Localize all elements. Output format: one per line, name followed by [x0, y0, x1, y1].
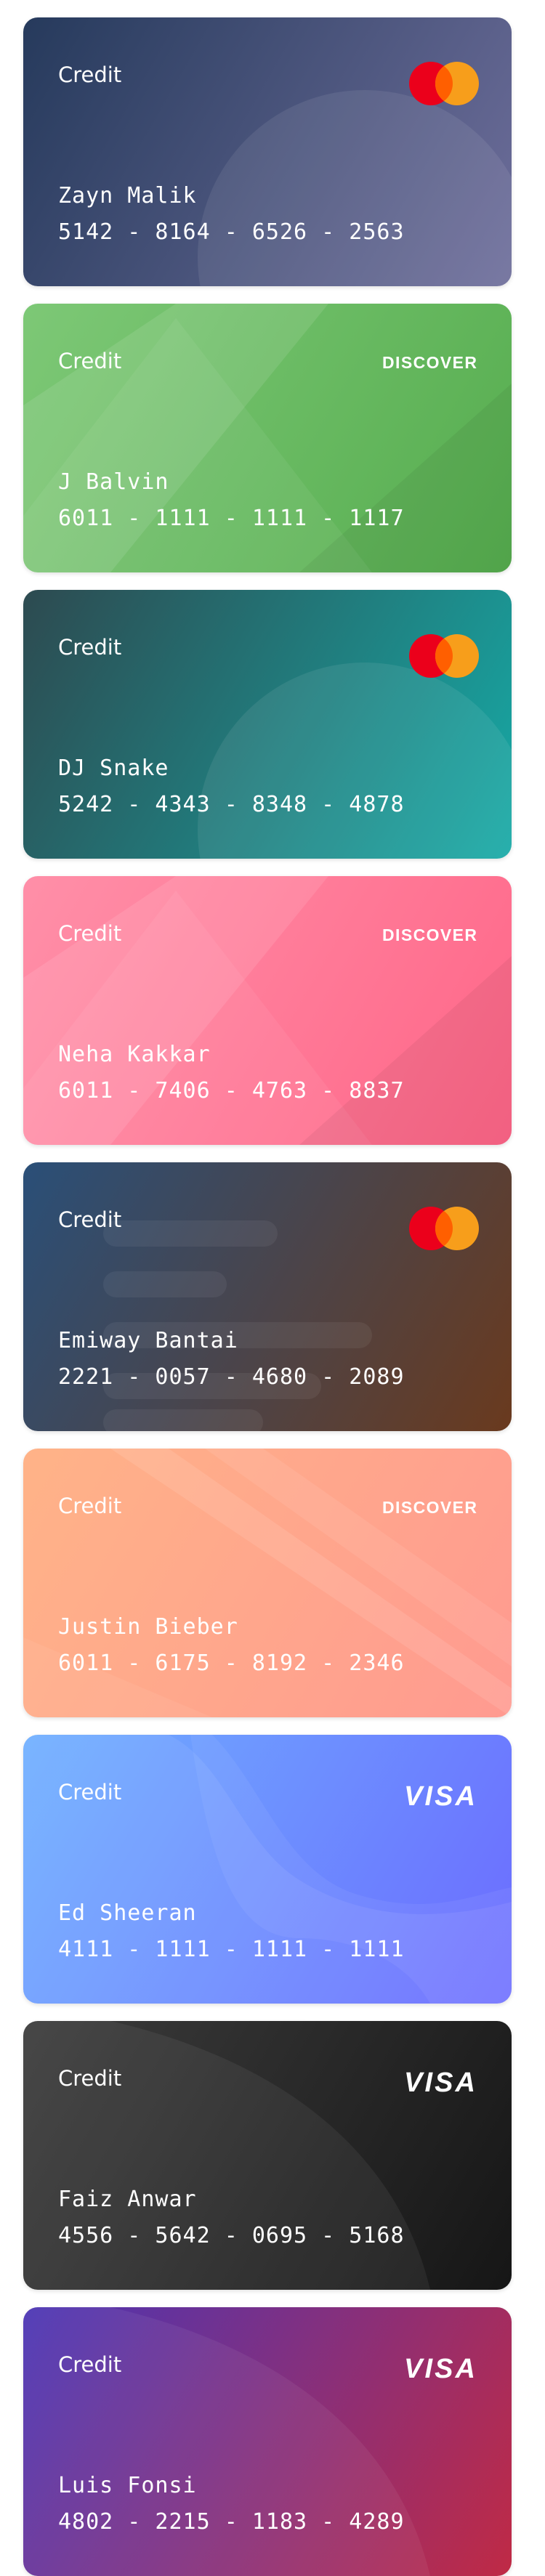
- card-type-label: Credit: [58, 921, 122, 946]
- card-type-label: Credit: [58, 1494, 122, 1518]
- card-background-decoration: [198, 90, 512, 286]
- card-background-decoration: [23, 2307, 430, 2576]
- discover-logo: DISCOVER: [382, 926, 477, 944]
- svg-text:VISA: VISA: [404, 2354, 475, 2383]
- card-number: 4111 - 1111 - 1111 - 1111: [58, 1937, 405, 1962]
- card-holder-name: Neha Kakkar: [58, 1042, 211, 1067]
- card-background-decoration: [23, 1449, 512, 1717]
- svg-text:VISA: VISA: [404, 1781, 475, 1810]
- card-number: 4802 - 2215 - 1183 - 4289: [58, 2509, 405, 2535]
- card-holder-name: Ed Sheeran: [58, 1900, 197, 1926]
- credit-card[interactable]: Credit Emiway Bantai 2221 - 0057 - 4680 -…: [23, 1162, 512, 1431]
- visa-logo: VISA: [404, 2067, 475, 2097]
- card-background-decoration: [23, 1735, 512, 2004]
- card-number: 6011 - 6175 - 8192 - 2346: [58, 1650, 405, 1676]
- credit-card[interactable]: Credit DISCOVER J Balvin 6011 - 1111 - 1111…: [23, 304, 512, 572]
- card-holder-name: Zayn Malik: [58, 183, 197, 208]
- card-background-decoration: [198, 663, 512, 859]
- svg-text:DISCOVER: DISCOVER: [382, 353, 477, 372]
- card-number: 6011 - 1111 - 1111 - 1117: [58, 506, 405, 531]
- card-holder-name: Emiway Bantai: [58, 1328, 238, 1353]
- card-background-decoration: [103, 1220, 372, 1431]
- mastercard-icon: [409, 634, 479, 678]
- card-number: 2221 - 0057 - 4680 - 2089: [58, 1364, 405, 1390]
- card-type-label: Credit: [58, 2352, 122, 2377]
- card-type-label: Credit: [58, 349, 122, 373]
- card-number: 6011 - 7406 - 4763 - 8837: [58, 1078, 405, 1103]
- visa-logo: VISA: [404, 1781, 475, 1810]
- card-holder-name: Justin Bieber: [58, 1614, 238, 1640]
- svg-text:DISCOVER: DISCOVER: [382, 1498, 477, 1517]
- mastercard-icon: [409, 62, 479, 105]
- credit-card[interactable]: Credit Zayn Malik 5142 - 8164 - 6526 - 25…: [23, 17, 512, 286]
- card-type-label: Credit: [58, 62, 122, 87]
- svg-text:VISA: VISA: [404, 2067, 475, 2097]
- discover-logo: DISCOVER: [382, 353, 477, 372]
- card-number: 5142 - 8164 - 6526 - 2563: [58, 219, 405, 245]
- credit-card[interactable]: Credit VISA Luis Fonsi 4802 - 2215 - 1183 -…: [23, 2307, 512, 2576]
- card-background-decoration: [23, 2021, 430, 2290]
- credit-card[interactable]: Credit VISA Faiz Anwar 4556 - 5642 - 0695 -…: [23, 2021, 512, 2290]
- card-list: Credit Zayn Malik 5142 - 8164 - 6526 - 25…: [0, 0, 545, 2576]
- svg-text:DISCOVER: DISCOVER: [382, 926, 477, 944]
- discover-logo: DISCOVER: [382, 1498, 477, 1517]
- card-background-decoration: [23, 876, 512, 1145]
- mastercard-icon: [409, 1207, 479, 1250]
- card-type-label: Credit: [58, 1207, 122, 1232]
- credit-card[interactable]: Credit DISCOVER Neha Kakkar 6011 - 7406 - 4…: [23, 876, 512, 1145]
- credit-card[interactable]: Credit VISA Ed Sheeran 4111 - 1111 - 1111 -…: [23, 1735, 512, 2004]
- credit-card[interactable]: Credit DJ Snake 5242 - 4343 - 8348 - 4878: [23, 590, 512, 859]
- card-type-label: Credit: [58, 635, 122, 660]
- card-background-decoration: [23, 304, 512, 572]
- card-holder-name: J Balvin: [58, 469, 169, 495]
- card-holder-name: Faiz Anwar: [58, 2187, 197, 2212]
- card-holder-name: DJ Snake: [58, 756, 169, 781]
- card-number: 4556 - 5642 - 0695 - 5168: [58, 2223, 405, 2248]
- card-number: 5242 - 4343 - 8348 - 4878: [58, 792, 405, 817]
- visa-logo: VISA: [404, 2354, 475, 2383]
- credit-card[interactable]: Credit DISCOVER Justin Bieber 6011 - 6175 -…: [23, 1449, 512, 1717]
- card-holder-name: Luis Fonsi: [58, 2473, 197, 2498]
- card-type-label: Credit: [58, 2066, 122, 2091]
- card-type-label: Credit: [58, 1780, 122, 1805]
